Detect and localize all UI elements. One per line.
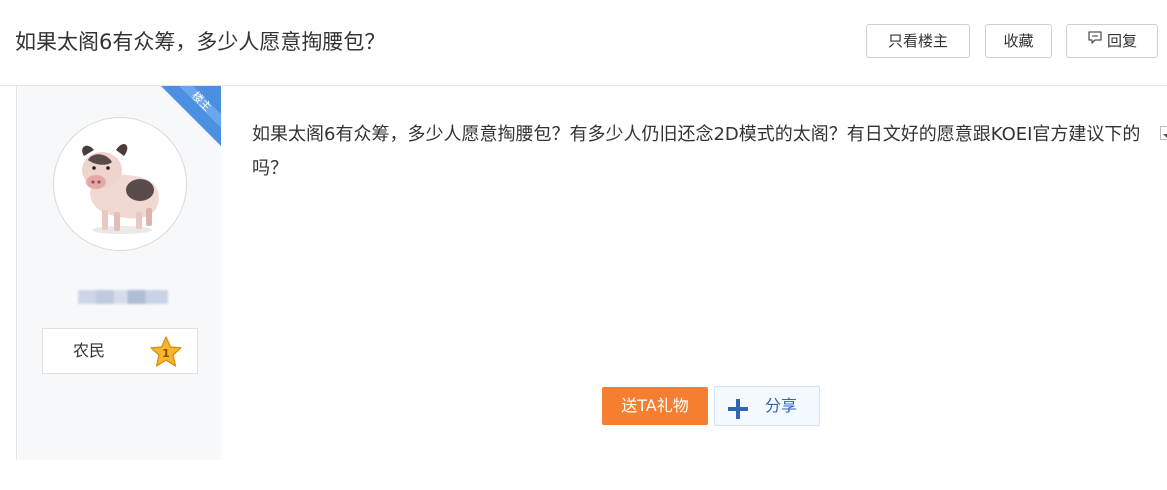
- rank-level: 1: [162, 347, 170, 360]
- username-redacted[interactable]: [78, 290, 168, 304]
- star-icon: 1: [149, 335, 183, 373]
- plus-icon: [727, 396, 749, 434]
- author-panel: 楼主 农民 1: [18, 86, 221, 460]
- thread-page: 如果太阁6有众筹，多少人愿意掏腰包？ 只看楼主 收藏 回复 楼主 农民 1 如果…: [0, 0, 1167, 490]
- favorite-button[interactable]: 收藏: [985, 24, 1052, 58]
- rank-title: 农民: [73, 341, 106, 360]
- post-body: 如果太阁6有众筹，多少人愿意掏腰包？有多少人仍旧还念2D模式的太阁？有日文好的愿…: [252, 124, 1141, 179]
- send-gift-button[interactable]: 送TA礼物: [602, 387, 708, 425]
- avatar[interactable]: [53, 117, 187, 251]
- thread-title: 如果太阁6有众筹，多少人愿意掏腰包？: [15, 30, 386, 54]
- dropdown-arrow-icon[interactable]: [1160, 126, 1167, 140]
- favorite-label: 收藏: [1003, 32, 1034, 50]
- share-button[interactable]: 分享: [714, 386, 820, 426]
- only-op-label: 只看楼主: [887, 32, 948, 50]
- reply-icon: [1087, 24, 1103, 56]
- post-floor: 楼主 农民 1 如果太阁6有众筹，多少人愿意掏腰包？有多少人仍旧还念2D模式的太…: [16, 86, 1167, 460]
- reply-button[interactable]: 回复: [1066, 24, 1158, 58]
- thread-header: 如果太阁6有众筹，多少人愿意掏腰包？ 只看楼主 收藏 回复: [0, 0, 1167, 86]
- share-label: 分享: [765, 396, 798, 415]
- pig-avatar-image: [54, 118, 186, 250]
- only-op-button[interactable]: 只看楼主: [866, 24, 970, 58]
- reply-label: 回复: [1106, 32, 1137, 50]
- post-content: 如果太阁6有众筹，多少人愿意掏腰包？有多少人仍旧还念2D模式的太阁？有日文好的愿…: [221, 86, 1167, 460]
- user-rank: 农民 1: [42, 328, 198, 374]
- send-gift-label: 送TA礼物: [621, 396, 689, 415]
